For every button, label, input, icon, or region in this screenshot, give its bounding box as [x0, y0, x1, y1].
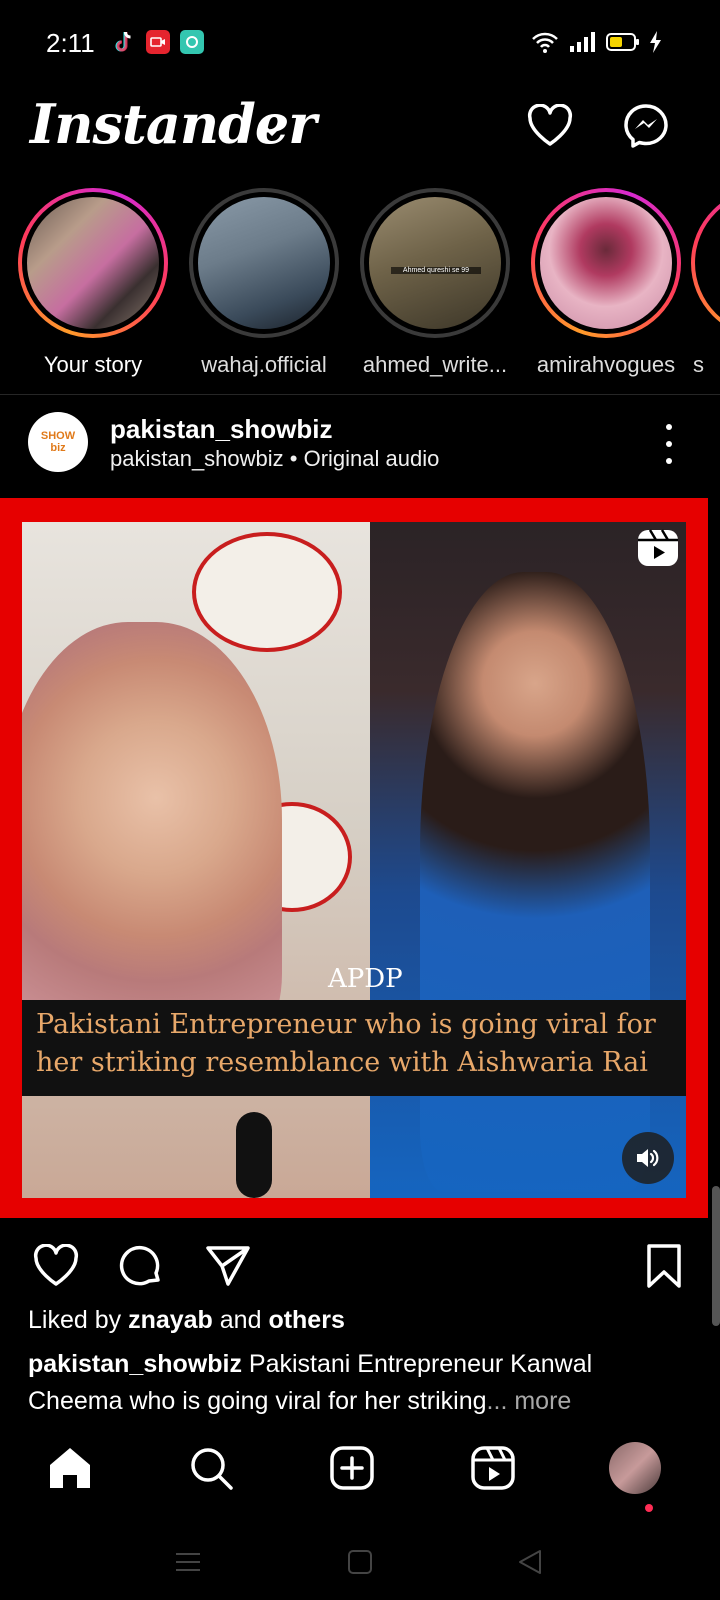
signal-icon: [570, 32, 595, 52]
likes-prefix: Liked by: [28, 1306, 129, 1334]
menu-icon: [176, 1553, 200, 1571]
chevron-down-icon[interactable]: [258, 116, 286, 144]
app-header: Instander: [0, 88, 720, 184]
story-label: wahaj.official: [201, 352, 327, 377]
story-label: s: [693, 352, 704, 377]
home-square-icon: [348, 1550, 372, 1574]
comment-button[interactable]: [114, 1238, 170, 1294]
nav-profile[interactable]: [605, 1438, 665, 1498]
messenger-icon: [624, 104, 668, 148]
notifications-button[interactable]: [522, 98, 578, 154]
system-menu-button[interactable]: [168, 1542, 208, 1582]
heart-icon: [33, 1244, 79, 1286]
nav-create[interactable]: [322, 1438, 382, 1498]
person-figure: [420, 572, 650, 1192]
reels-icon: [638, 529, 678, 566]
notification-dot: [645, 1504, 653, 1512]
like-button[interactable]: [28, 1238, 84, 1294]
divider: [0, 394, 720, 395]
story-partial[interactable]: s: [691, 188, 720, 378]
status-system-icons: [530, 30, 662, 54]
send-icon: [206, 1246, 250, 1286]
chat-app-icon: [180, 30, 204, 54]
search-icon: [191, 1448, 233, 1490]
person-figure: [22, 622, 282, 1062]
caption-more-link[interactable]: more: [507, 1387, 571, 1415]
status-bar: 2:11: [0, 0, 720, 88]
post-actions: [0, 1238, 720, 1298]
story-ring: [18, 188, 168, 338]
liked-by-others[interactable]: others: [268, 1306, 344, 1334]
story-amirahvogues[interactable]: amirahvogues: [520, 188, 692, 378]
post-header: SHOW biz pakistan_showbiz pakistan_showb…: [0, 400, 720, 492]
post-audio-line[interactable]: pakistan_showbiz • Original audio: [110, 446, 439, 472]
system-back-button[interactable]: [510, 1542, 550, 1582]
story-ring: [691, 188, 720, 338]
charging-icon: [650, 31, 661, 53]
story-wahaj-official[interactable]: wahaj.official: [178, 188, 350, 378]
back-icon: [519, 1550, 541, 1574]
likes-summary[interactable]: Liked by znayab and others: [28, 1306, 345, 1335]
comment-icon: [119, 1245, 160, 1286]
nav-home[interactable]: [40, 1438, 100, 1498]
media-left-photo: [22, 522, 370, 1198]
status-app-icons: [112, 30, 204, 54]
post-author-avatar[interactable]: SHOW biz: [28, 412, 88, 472]
home-icon: [50, 1448, 90, 1488]
story-label: Your story: [43, 352, 143, 377]
story-avatar: [198, 197, 330, 329]
post-avatar-logo: SHOW biz: [40, 430, 76, 454]
press-club-emblem: [192, 532, 342, 652]
media-right-photo: [370, 522, 686, 1198]
stories-tray: Your story wahaj.official Ahmed qureshi …: [0, 188, 720, 388]
system-home-button[interactable]: [340, 1542, 380, 1582]
create-post-icon: [330, 1446, 374, 1490]
caption-ellipsis: ...: [486, 1387, 508, 1415]
messenger-button[interactable]: [618, 98, 674, 154]
save-button[interactable]: [636, 1238, 692, 1294]
heart-icon: [527, 104, 573, 146]
system-navigation: [0, 1530, 720, 1600]
story-label: amirahvogues: [536, 352, 676, 377]
bookmark-icon: [647, 1244, 681, 1288]
nav-reels[interactable]: [463, 1438, 523, 1498]
tiktok-icon: [112, 30, 136, 54]
speaker-icon: [637, 1149, 659, 1167]
profile-avatar: [609, 1442, 661, 1494]
caption-username[interactable]: pakistan_showbiz: [28, 1350, 242, 1378]
story-ring: [189, 188, 339, 338]
story-your-story[interactable]: Your story: [7, 188, 179, 378]
reels-icon: [471, 1446, 515, 1490]
story-ring: Ahmed qureshi se 99: [360, 188, 510, 338]
post-media-frame[interactable]: APDP Pakistani Entrepreneur who is going…: [0, 498, 708, 1218]
battery-icon: [606, 33, 639, 51]
bottom-navigation: [0, 1432, 720, 1512]
microphone: [236, 1112, 272, 1198]
sound-toggle-button[interactable]: [622, 1132, 674, 1184]
media-overlay-caption: Pakistani Entrepreneur who is going vira…: [36, 1009, 656, 1078]
wifi-icon: [532, 32, 558, 53]
video-record-icon: [146, 30, 170, 54]
likes-mid: and: [212, 1306, 269, 1334]
story-avatar: [27, 197, 159, 329]
share-button[interactable]: [200, 1238, 256, 1294]
nav-search[interactable]: [181, 1438, 241, 1498]
story-ahmed-write[interactable]: Ahmed qureshi se 99 ahmed_write...: [349, 188, 521, 378]
post-caption[interactable]: pakistan_showbiz Pakistani Entrepreneur …: [28, 1346, 668, 1420]
story-avatar: Ahmed qureshi se 99: [369, 197, 501, 329]
story-ring: [531, 188, 681, 338]
media-watermark: APDP: [328, 964, 403, 994]
post-media[interactable]: APDP Pakistani Entrepreneur who is going…: [22, 522, 686, 1198]
story-avatar: [540, 197, 672, 329]
story-label: ahmed_write...: [362, 352, 508, 377]
status-time: 2:11: [46, 28, 95, 58]
story-overlay-text: Ahmed qureshi se 99: [391, 267, 481, 274]
post-username[interactable]: pakistan_showbiz: [110, 414, 333, 445]
liked-by-user[interactable]: znayab: [128, 1306, 213, 1334]
more-options-icon[interactable]: [662, 424, 676, 464]
